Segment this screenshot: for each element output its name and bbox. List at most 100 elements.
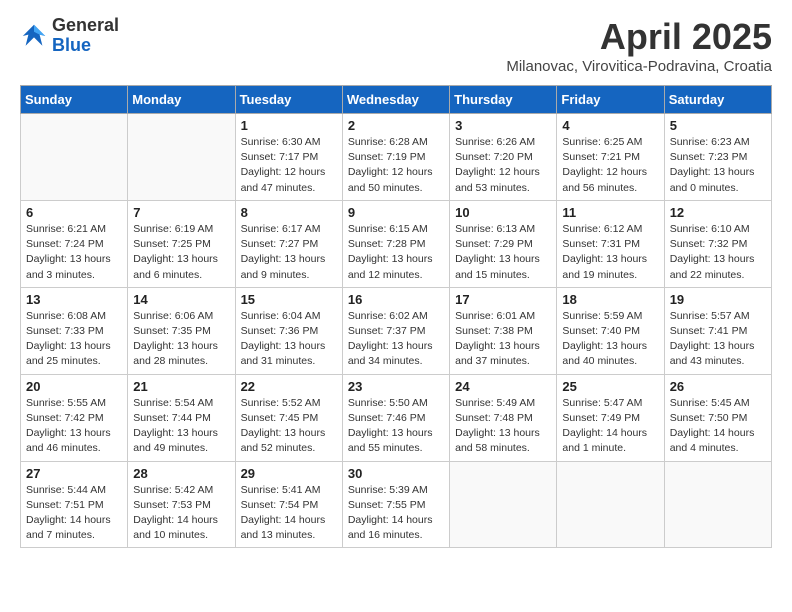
table-row: 10 Sunrise: 6:13 AM Sunset: 7:29 PM Dayli… — [450, 200, 557, 287]
day-detail: Sunrise: 6:26 AM Sunset: 7:20 PM Dayligh… — [455, 135, 551, 196]
day-number: 25 — [562, 379, 658, 394]
day-number: 17 — [455, 292, 551, 307]
table-row: 4 Sunrise: 6:25 AM Sunset: 7:21 PM Daylig… — [557, 114, 664, 201]
table-row: 12 Sunrise: 6:10 AM Sunset: 7:32 PM Dayli… — [664, 200, 771, 287]
weekday-header-row: Sunday Monday Tuesday Wednesday Thursday… — [21, 86, 772, 114]
calendar-title: April 2025 — [506, 16, 772, 58]
day-detail: Sunrise: 6:25 AM Sunset: 7:21 PM Dayligh… — [562, 135, 658, 196]
day-detail: Sunrise: 6:19 AM Sunset: 7:25 PM Dayligh… — [133, 222, 229, 283]
table-row: 13 Sunrise: 6:08 AM Sunset: 7:33 PM Dayli… — [21, 287, 128, 374]
day-number: 12 — [670, 205, 766, 220]
day-detail: Sunrise: 6:04 AM Sunset: 7:36 PM Dayligh… — [241, 309, 337, 370]
day-detail: Sunrise: 5:49 AM Sunset: 7:48 PM Dayligh… — [455, 396, 551, 457]
table-row — [21, 114, 128, 201]
calendar-week-row: 27Sunrise: 5:44 AM Sunset: 7:51 PM Dayli… — [21, 461, 772, 548]
table-row: 9 Sunrise: 6:15 AM Sunset: 7:28 PM Daylig… — [342, 200, 449, 287]
calendar-week-row: 1Sunrise: 6:30 AM Sunset: 7:17 PM Daylig… — [21, 114, 772, 201]
day-detail: Sunrise: 6:13 AM Sunset: 7:29 PM Dayligh… — [455, 222, 551, 283]
logo-text: General Blue — [52, 16, 119, 56]
table-row — [450, 461, 557, 548]
table-row: 18Sunrise: 5:59 AM Sunset: 7:40 PM Dayli… — [557, 287, 664, 374]
day-number: 14 — [133, 292, 229, 307]
table-row: 28 Sunrise: 5:42 AM Sunset: 7:53 PM Dayli… — [128, 461, 235, 548]
day-detail: Sunrise: 5:39 AM Sunset: 7:55 PM Dayligh… — [348, 483, 444, 544]
day-number: 7 — [133, 205, 229, 220]
header-tuesday: Tuesday — [235, 86, 342, 114]
calendar-week-row: 20 Sunrise: 5:55 AM Sunset: 7:42 PM Dayli… — [21, 374, 772, 461]
table-row: 6 Sunrise: 6:21 AM Sunset: 7:24 PM Daylig… — [21, 200, 128, 287]
table-row: 8 Sunrise: 6:17 AM Sunset: 7:27 PM Daylig… — [235, 200, 342, 287]
day-number: 29 — [241, 466, 337, 481]
table-row: 30Sunrise: 5:39 AM Sunset: 7:55 PM Dayli… — [342, 461, 449, 548]
logo-blue: Blue — [52, 36, 119, 56]
day-number: 8 — [241, 205, 337, 220]
table-row: 22Sunrise: 5:52 AM Sunset: 7:45 PM Dayli… — [235, 374, 342, 461]
calendar-week-row: 6 Sunrise: 6:21 AM Sunset: 7:24 PM Daylig… — [21, 200, 772, 287]
table-row: 23 Sunrise: 5:50 AM Sunset: 7:46 PM Dayli… — [342, 374, 449, 461]
day-number: 3 — [455, 118, 551, 133]
logo-general: General — [52, 16, 119, 36]
table-row: 5 Sunrise: 6:23 AM Sunset: 7:23 PM Daylig… — [664, 114, 771, 201]
table-row: 26Sunrise: 5:45 AM Sunset: 7:50 PM Dayli… — [664, 374, 771, 461]
table-row: 24 Sunrise: 5:49 AM Sunset: 7:48 PM Dayli… — [450, 374, 557, 461]
table-row: 2 Sunrise: 6:28 AM Sunset: 7:19 PM Daylig… — [342, 114, 449, 201]
day-number: 6 — [26, 205, 122, 220]
day-number: 19 — [670, 292, 766, 307]
logo-icon — [20, 22, 48, 50]
table-row: 11Sunrise: 6:12 AM Sunset: 7:31 PM Dayli… — [557, 200, 664, 287]
day-detail: Sunrise: 6:15 AM Sunset: 7:28 PM Dayligh… — [348, 222, 444, 283]
day-number: 2 — [348, 118, 444, 133]
day-detail: Sunrise: 6:28 AM Sunset: 7:19 PM Dayligh… — [348, 135, 444, 196]
header-friday: Friday — [557, 86, 664, 114]
title-block: April 2025 Milanovac, Virovitica-Podravi… — [506, 16, 772, 75]
day-detail: Sunrise: 5:45 AM Sunset: 7:50 PM Dayligh… — [670, 396, 766, 457]
page-header: General Blue April 2025 Milanovac, Virov… — [20, 16, 772, 75]
day-detail: Sunrise: 6:23 AM Sunset: 7:23 PM Dayligh… — [670, 135, 766, 196]
day-detail: Sunrise: 6:17 AM Sunset: 7:27 PM Dayligh… — [241, 222, 337, 283]
header-sunday: Sunday — [21, 86, 128, 114]
day-number: 23 — [348, 379, 444, 394]
table-row — [128, 114, 235, 201]
day-detail: Sunrise: 6:01 AM Sunset: 7:38 PM Dayligh… — [455, 309, 551, 370]
table-row: 20 Sunrise: 5:55 AM Sunset: 7:42 PM Dayli… — [21, 374, 128, 461]
day-detail: Sunrise: 5:50 AM Sunset: 7:46 PM Dayligh… — [348, 396, 444, 457]
day-detail: Sunrise: 6:06 AM Sunset: 7:35 PM Dayligh… — [133, 309, 229, 370]
logo: General Blue — [20, 16, 119, 56]
table-row: 1Sunrise: 6:30 AM Sunset: 7:17 PM Daylig… — [235, 114, 342, 201]
day-number: 1 — [241, 118, 337, 133]
header-wednesday: Wednesday — [342, 86, 449, 114]
calendar-location: Milanovac, Virovitica-Podravina, Croatia — [506, 58, 772, 75]
day-number: 10 — [455, 205, 551, 220]
table-row: 15 Sunrise: 6:04 AM Sunset: 7:36 PM Dayli… — [235, 287, 342, 374]
header-monday: Monday — [128, 86, 235, 114]
table-row: 16Sunrise: 6:02 AM Sunset: 7:37 PM Dayli… — [342, 287, 449, 374]
table-row: 7 Sunrise: 6:19 AM Sunset: 7:25 PM Daylig… — [128, 200, 235, 287]
day-detail: Sunrise: 5:54 AM Sunset: 7:44 PM Dayligh… — [133, 396, 229, 457]
table-row: 19 Sunrise: 5:57 AM Sunset: 7:41 PM Dayli… — [664, 287, 771, 374]
day-number: 9 — [348, 205, 444, 220]
day-detail: Sunrise: 5:42 AM Sunset: 7:53 PM Dayligh… — [133, 483, 229, 544]
table-row: 25 Sunrise: 5:47 AM Sunset: 7:49 PM Dayli… — [557, 374, 664, 461]
day-number: 11 — [562, 205, 658, 220]
day-number: 15 — [241, 292, 337, 307]
day-detail: Sunrise: 6:21 AM Sunset: 7:24 PM Dayligh… — [26, 222, 122, 283]
day-number: 28 — [133, 466, 229, 481]
table-row — [557, 461, 664, 548]
day-detail: Sunrise: 5:47 AM Sunset: 7:49 PM Dayligh… — [562, 396, 658, 457]
day-detail: Sunrise: 5:55 AM Sunset: 7:42 PM Dayligh… — [26, 396, 122, 457]
day-detail: Sunrise: 6:08 AM Sunset: 7:33 PM Dayligh… — [26, 309, 122, 370]
day-number: 5 — [670, 118, 766, 133]
day-number: 13 — [26, 292, 122, 307]
day-detail: Sunrise: 5:41 AM Sunset: 7:54 PM Dayligh… — [241, 483, 337, 544]
day-number: 18 — [562, 292, 658, 307]
day-number: 16 — [348, 292, 444, 307]
day-number: 24 — [455, 379, 551, 394]
day-detail: Sunrise: 5:44 AM Sunset: 7:51 PM Dayligh… — [26, 483, 122, 544]
day-number: 20 — [26, 379, 122, 394]
day-detail: Sunrise: 6:10 AM Sunset: 7:32 PM Dayligh… — [670, 222, 766, 283]
day-detail: Sunrise: 5:57 AM Sunset: 7:41 PM Dayligh… — [670, 309, 766, 370]
calendar-table: Sunday Monday Tuesday Wednesday Thursday… — [20, 85, 772, 548]
day-number: 4 — [562, 118, 658, 133]
table-row — [664, 461, 771, 548]
table-row: 29 Sunrise: 5:41 AM Sunset: 7:54 PM Dayli… — [235, 461, 342, 548]
